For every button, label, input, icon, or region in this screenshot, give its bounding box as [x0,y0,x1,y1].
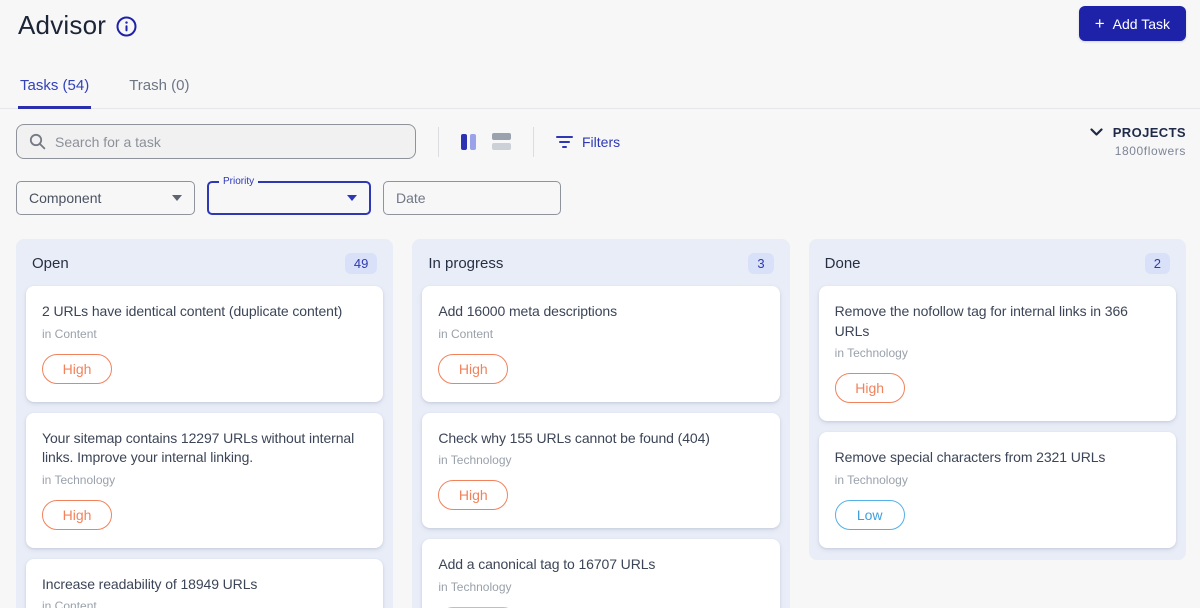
component-select[interactable]: Component [16,181,195,215]
priority-badge: High [438,480,509,511]
column-title: Open [32,255,69,272]
task-title: Add a canonical tag to 16707 URLs [438,556,656,573]
priority-select[interactable]: Priority [207,176,371,215]
search-icon [29,133,46,150]
column-open: Open 49 2 URLs have identical content (dup… [16,239,394,608]
task-card[interactable]: 2 URLs have identical content (duplicate… [26,286,384,402]
filters-button[interactable]: Filters [556,134,620,150]
task-title: 2 URLs have identical content (duplicate… [42,303,343,319]
filter-icon [556,135,573,148]
task-category: in Technology [834,472,908,487]
search-input[interactable] [55,133,403,150]
filters-label: Filters [582,133,621,150]
caret-down-icon [347,195,357,201]
tab-tasks[interactable]: Tasks (54) [18,67,92,109]
column-done: Done 2 Remove the nofollow tag for interna… [808,239,1186,560]
component-select-label: Component [29,190,102,206]
task-card[interactable]: Increase readability of 18949 URLs in Con… [26,558,384,608]
priority-badge: Low [834,499,905,530]
column-count-badge: 49 [344,253,378,274]
column-title: In progress [428,255,504,272]
tab-bar: Tasks (54) Trash (0) [0,67,1200,109]
task-title: Check why 155 URLs cannot be found (404) [438,429,710,446]
priority-select-label: Priority [219,176,259,187]
column-count-badge: 2 [1144,253,1170,274]
caret-down-icon [172,195,182,201]
plus-icon: + [1094,14,1105,33]
info-icon[interactable] [116,16,137,37]
kanban-board: Open 49 2 URLs have identical content (dup… [16,239,1186,608]
priority-badge: High [834,373,905,404]
add-task-label: Add Task [1112,15,1170,32]
priority-badge: High [42,499,112,530]
view-toggles [461,133,511,150]
project-name: 1800flowers [1114,144,1186,158]
task-card[interactable]: Remove the nofollow tag for internal lin… [818,286,1176,422]
column-header: Open 49 [26,249,383,286]
card-list: Add 16000 meta descriptions in Content Hig… [422,286,780,608]
projects-label: PROJECTS [1112,125,1186,140]
priority-badge: High [438,353,509,384]
card-list: Remove the nofollow tag for internal lin… [818,286,1176,548]
chevron-down-icon [1090,128,1103,137]
task-card[interactable]: Remove special characters from 2321 URLs… [818,432,1176,548]
column-count-badge: 3 [748,253,774,274]
kanban-view-icon[interactable] [461,133,476,150]
list-view-icon[interactable] [492,133,511,150]
divider [533,126,534,157]
task-title: Remove special characters from 2321 URLs [834,449,1106,466]
task-category: in Content [42,599,97,608]
date-input-label: Date [396,190,426,206]
column-header: In progress 3 [422,249,779,286]
task-title: Increase readability of 18949 URLs [42,575,258,592]
task-title: Remove the nofollow tag for internal lin… [834,303,1128,339]
app-header: Advisor + Add Task [0,0,1200,41]
projects-selector[interactable]: PROJECTS [1090,125,1186,140]
search-box[interactable] [16,124,416,159]
task-card[interactable]: Check why 155 URLs cannot be found (404)… [422,412,780,529]
projects-panel: PROJECTS 1800flowers [1090,125,1186,158]
column-in-progress: In progress 3 Add 16000 meta descriptions i… [412,239,790,608]
task-card[interactable]: Your sitemap contains 12297 URLs without… [26,412,384,548]
task-category: in Technology [42,472,116,487]
priority-badge: High [42,353,112,384]
task-title: Add 16000 meta descriptions [438,303,617,319]
card-list: 2 URLs have identical content (duplicate… [26,286,384,608]
task-category: in Technology [834,346,908,361]
filter-row: Component Priority Date [16,176,1186,215]
task-title: Your sitemap contains 12297 URLs without… [42,429,355,466]
task-card[interactable]: Add a canonical tag to 16707 URLs in Tech… [422,539,780,608]
task-category: in Technology [438,579,512,594]
divider [438,126,439,157]
tab-trash[interactable]: Trash (0) [127,67,191,108]
date-input[interactable]: Date [383,181,561,215]
page-title: Advisor [18,10,107,40]
column-title: Done [824,255,861,272]
add-task-button[interactable]: + Add Task [1078,6,1186,41]
task-category: in Technology [438,453,512,468]
column-header: Done 2 [819,249,1176,286]
task-card[interactable]: Add 16000 meta descriptions in Content Hig… [422,286,780,402]
task-category: in Content [438,326,494,341]
toolbar: Filters PROJECTS 1800flowers [16,124,1186,159]
task-category: in Content [42,326,97,341]
